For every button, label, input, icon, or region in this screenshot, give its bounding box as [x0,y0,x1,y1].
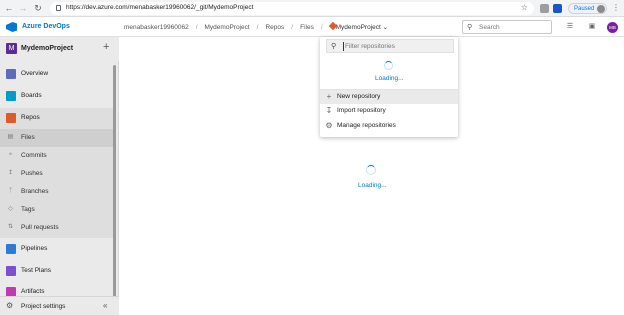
import-icon: ↧ [325,106,333,115]
search-input[interactable]: ⚲ Search [462,20,552,34]
project-header[interactable]: M MydemoProject + [0,37,119,61]
sidebar-item-label: Branches [21,188,49,195]
sidebar-item-label: Pushes [21,170,43,177]
sidebar-item-tags[interactable]: ◇ Tags [0,201,113,219]
main-spinner-icon [366,165,376,175]
repos-icon [6,113,16,123]
import-repository-button[interactable]: ↧ Import repository [320,104,458,118]
project-settings-row[interactable]: ⚙ Project settings « [0,296,119,315]
repo-selector[interactable]: MydemoProject ⌄ [328,21,389,31]
breadcrumb-separator: / [256,24,259,31]
menu-item-label: New repository [337,93,381,100]
breadcrumb-separator: / [320,24,323,31]
sidebar-item-label: Pipelines [21,245,48,252]
project-name[interactable]: MydemoProject [21,45,73,52]
dropdown-loading-text: Loading... [375,75,404,82]
azure-devops-logo-icon[interactable] [6,22,17,32]
user-avatar[interactable]: MB [607,22,618,33]
pull-request-icon: ⇅ [7,224,14,230]
menu-item-label: Import repository [337,107,386,114]
sidebar-item-label: Tags [21,206,35,213]
sidebar-item-label: Files [21,134,35,141]
gear-icon: ⚙ [325,121,333,130]
sidebar-item-test-plans[interactable]: Test Plans [0,262,113,280]
test-plans-icon [6,266,16,276]
address-bar[interactable]: https://dev.azure.com/menabasker19960062… [50,2,534,15]
breadcrumb-project[interactable]: MydemoProject [205,24,250,31]
breadcrumb-repos[interactable]: Repos [265,24,284,31]
extension-icon[interactable] [540,4,549,13]
sidebar-item-files[interactable]: ▤ Files [0,129,113,147]
url-text[interactable]: https://dev.azure.com/menabasker19960062… [66,4,253,11]
back-arrow-icon[interactable]: ← [4,3,14,13]
search-icon: ⚲ [467,24,473,31]
sidebar-item-pipelines[interactable]: Pipelines [0,240,113,258]
breadcrumb-organization[interactable]: menabasker19960062 [124,24,189,31]
main-loading-text: Loading... [358,182,387,189]
add-icon[interactable]: + [103,42,109,53]
sidebar-scrollbar[interactable] [113,65,116,315]
project-badge: M [6,43,17,54]
menu-item-label: Manage repositories [337,122,396,129]
reload-icon[interactable]: ↻ [33,3,43,13]
sidebar-item-repos[interactable]: Repos [0,109,113,127]
search-placeholder: Search [479,24,500,31]
sidebar-item-label: Boards [21,92,42,99]
repo-selector-label: MydemoProject [335,24,381,31]
sidebar-item-boards[interactable]: Boards [0,87,113,105]
branch-icon: ᛉ [8,188,13,194]
commit-icon: ⚬ [7,152,14,158]
boards-icon [6,91,16,101]
repo-dropdown: ⚲ Loading... + New repository ↧ Import r… [320,37,458,137]
paused-label: Paused [574,5,595,12]
filter-repositories-input[interactable]: ⚲ [326,39,454,53]
breadcrumb-separator: / [291,24,294,31]
browser-toolbar: ← → ↻ https://dev.azure.com/menabasker19… [0,0,624,17]
extension-blue-icon[interactable] [553,4,562,13]
artifacts-icon [6,287,16,296]
more-menu-icon[interactable]: ⋮ [612,3,620,12]
pipelines-icon [6,244,16,254]
overview-icon [6,69,16,79]
tag-icon: ◇ [8,206,13,212]
gear-icon: ⚙ [6,301,14,310]
new-repository-button[interactable]: + New repository [320,90,458,104]
sidebar-item-label: Overview [21,70,49,77]
sidebar-item-branches[interactable]: ᛉ Branches [0,183,113,201]
profile-paused-chip[interactable]: Paused [568,3,607,14]
collapse-sidebar-icon[interactable]: « [103,301,107,310]
text-caret [343,42,344,51]
dropdown-spinner-icon [384,61,393,70]
list-icon[interactable]: ☰ [566,23,574,31]
push-icon: ↥ [7,170,14,176]
breadcrumb: menabasker19960062 / MydemoProject / Repos / F… [124,21,389,31]
plus-icon: + [326,92,332,101]
forward-arrow-icon[interactable]: → [18,3,28,13]
sidebar-item-label: Pull requests [21,224,59,231]
bookmark-star-icon[interactable]: ☆ [521,3,528,12]
profile-avatar [597,5,605,13]
project-settings-label: Project settings [21,303,66,310]
ado-header: Azure DevOps menabasker19960062 / MydemoPr… [0,17,624,37]
breadcrumb-files[interactable]: Files [300,24,314,31]
sidebar-item-commits[interactable]: ⚬ Commits [0,147,113,165]
shopping-bag-icon[interactable]: ▣ [588,23,596,31]
file-icon: ▤ [7,134,14,140]
filter-field[interactable] [345,42,445,51]
search-icon: ⚲ [331,43,337,50]
manage-repositories-button[interactable]: ⚙ Manage repositories [320,119,458,133]
sidebar-item-pushes[interactable]: ↥ Pushes [0,165,113,183]
sidebar-item-label: Test Plans [21,267,51,274]
sidebar-item-artifacts[interactable]: Artifacts [0,283,113,296]
lock-icon [56,5,61,11]
sidebar-item-pull-requests[interactable]: ⇅ Pull requests [0,219,113,237]
breadcrumb-separator: / [195,24,198,31]
chevron-down-icon: ⌄ [382,24,389,31]
sidebar-item-label: Repos [21,114,40,121]
left-navigation: M MydemoProject + Overview Boards Repos … [0,37,119,315]
sidebar-item-overview[interactable]: Overview [0,65,113,83]
sidebar-item-label: Commits [21,152,47,159]
app-title[interactable]: Azure DevOps [22,23,70,30]
sidebar-item-label: Artifacts [21,288,45,295]
